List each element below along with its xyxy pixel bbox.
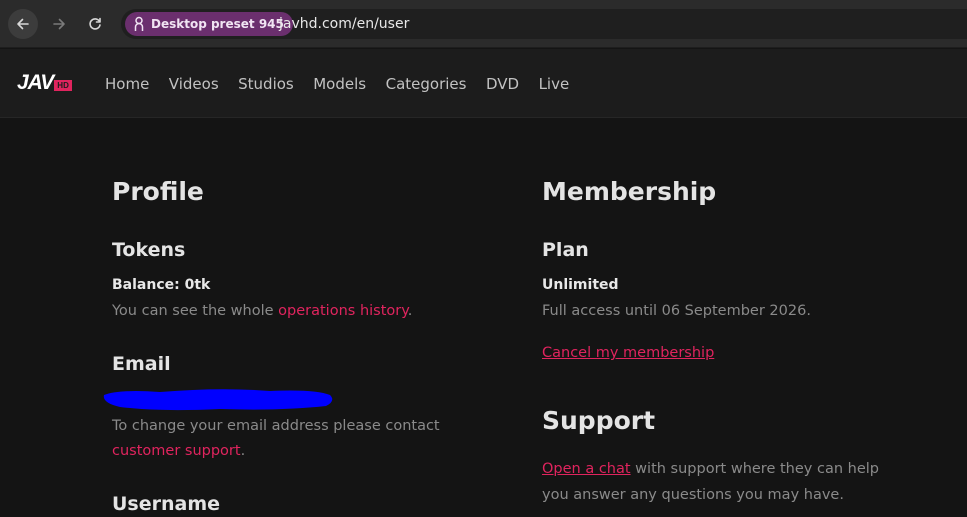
nav-models[interactable]: Models: [313, 75, 366, 93]
username-heading: Username: [112, 493, 221, 515]
customer-support-link[interactable]: customer support: [112, 443, 241, 459]
back-arrow-icon: [17, 18, 29, 30]
operations-note-prefix: You can see the whole: [112, 303, 279, 319]
forward-button[interactable]: [44, 9, 74, 39]
open-chat-link[interactable]: Open a chat: [542, 461, 631, 477]
support-line1: Open a chat with support where they can …: [542, 457, 879, 482]
site-header: JAV HD Home Videos Studios Models Catego…: [0, 49, 967, 118]
nav-dvd[interactable]: DVD: [486, 75, 519, 93]
logo-text: JAV: [17, 71, 54, 94]
access-note: Full access until 06 September 2026.: [542, 303, 811, 319]
operations-note: You can see the whole operations history…: [112, 299, 412, 324]
plan-heading: Plan: [542, 239, 589, 261]
email-note-line2: customer support.: [112, 439, 245, 464]
plan-name: Unlimited: [542, 277, 619, 293]
forward-arrow-icon: [53, 18, 65, 30]
person-icon: [134, 16, 144, 31]
browser-toolbar: Desktop preset 945 javhd.com/en/user: [0, 0, 967, 48]
tokens-heading: Tokens: [112, 239, 186, 261]
nav-studios[interactable]: Studios: [238, 75, 294, 93]
main-nav: Home Videos Studios Models Categories DV…: [105, 49, 589, 118]
email-note-line1: To change your email address please cont…: [112, 418, 440, 434]
reload-button[interactable]: [80, 9, 110, 39]
support-line2: you answer any questions you may have.: [542, 487, 844, 503]
nav-home[interactable]: Home: [105, 75, 149, 93]
support-title: Support: [542, 406, 656, 435]
email-redaction: [103, 389, 333, 411]
membership-title: Membership: [542, 177, 717, 206]
nav-live[interactable]: Live: [539, 75, 570, 93]
site-logo[interactable]: JAV HD: [17, 72, 72, 93]
back-button[interactable]: [8, 9, 38, 39]
device-preset-chip[interactable]: Desktop preset 945: [125, 12, 293, 36]
reload-icon: [89, 17, 101, 30]
nav-categories[interactable]: Categories: [386, 75, 467, 93]
email-note-suffix: .: [240, 443, 246, 459]
nav-videos[interactable]: Videos: [169, 75, 219, 93]
operations-history-link[interactable]: operations history: [278, 303, 408, 319]
address-bar[interactable]: Desktop preset 945 javhd.com/en/user: [121, 9, 967, 39]
cancel-membership-link[interactable]: Cancel my membership: [542, 345, 714, 361]
logo-badge: HD: [54, 80, 72, 91]
operations-note-suffix: .: [407, 303, 413, 319]
cancel-line: Cancel my membership: [542, 341, 714, 366]
token-balance: Balance: 0tk: [112, 277, 211, 293]
email-heading: Email: [112, 353, 171, 375]
support-line1-rest: with support where they can help: [630, 461, 879, 477]
url-text[interactable]: javhd.com/en/user: [279, 9, 409, 39]
profile-title: Profile: [112, 177, 204, 206]
device-preset-label: Desktop preset 945: [151, 17, 284, 31]
